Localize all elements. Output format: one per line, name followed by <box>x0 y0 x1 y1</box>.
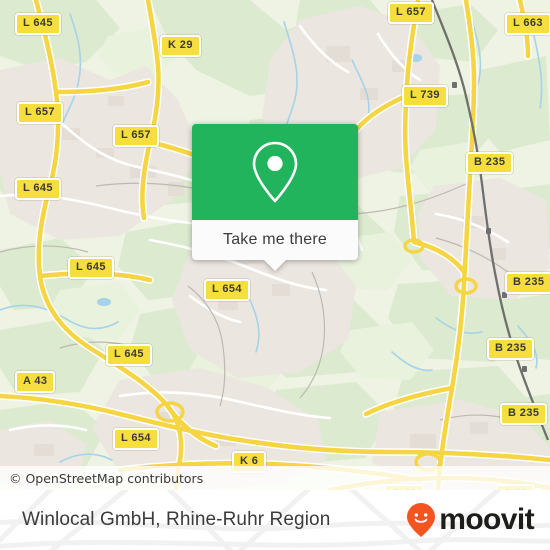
road-shield-label: B 235 <box>487 338 535 360</box>
road-shield-label: B 235 <box>466 152 514 174</box>
road-shield-label: B 235 <box>500 403 548 425</box>
road-shield-label: L 654 <box>204 279 250 301</box>
road-shield-label: L 645 <box>68 257 114 279</box>
popup-action-bar[interactable]: Take me there <box>192 220 358 260</box>
map-screenshot: L 645 K 29 L 657 L 663 L 739 L 657 L 657 B 235 L… <box>0 0 550 550</box>
road-shield-label: L 654 <box>113 428 159 450</box>
map-attribution: © OpenStreetMap contributors <box>0 466 550 490</box>
moovit-logo[interactable]: moovit <box>406 490 535 550</box>
road-shield-label: L 657 <box>17 102 63 124</box>
location-popup-card[interactable]: Take me there <box>192 124 358 271</box>
road-shield-label: L 645 <box>15 178 61 200</box>
road-shield-label: L 663 <box>505 13 550 35</box>
road-shield-label: L 657 <box>388 2 434 24</box>
road-shield-label: L 657 <box>113 125 159 147</box>
road-shield-label: L 645 <box>106 344 152 366</box>
road-shield-label: K 29 <box>160 35 201 57</box>
moovit-wordmark: moovit <box>439 503 534 536</box>
popup-header <box>192 124 358 220</box>
popup-tail-pointer <box>264 260 286 271</box>
road-shield-label: L 739 <box>402 85 448 107</box>
take-me-there-label: Take me there <box>223 231 327 248</box>
moovit-smiley-pin-icon <box>407 503 436 537</box>
attribution-text: © OpenStreetMap contributors <box>9 470 204 486</box>
map-pin-icon <box>252 141 298 203</box>
road-shield-label: L 645 <box>15 13 61 35</box>
page-title: Winlocal GmbH, Rhine-Ruhr Region <box>22 509 331 530</box>
road-shield-label: B 235 <box>505 272 550 294</box>
footer-bar: Winlocal GmbH, Rhine-Ruhr Region moovit <box>0 490 550 550</box>
road-shield-label: A 43 <box>15 371 56 393</box>
